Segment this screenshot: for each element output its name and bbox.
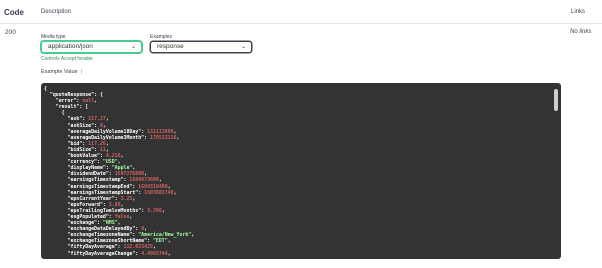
json-key: "displayName" [67, 165, 106, 172]
json-key: "earningsTimestamp" [67, 177, 124, 184]
examples-value: response [157, 43, 184, 50]
example-value-tab[interactable]: Example Value [41, 69, 82, 75]
json-value: 117.26 [88, 140, 106, 147]
json-key: "bookValue" [67, 153, 100, 160]
json-value: 170513116 [150, 134, 177, 141]
json-key: "fiftyDayAverageChange" [67, 250, 136, 257]
examples-select[interactable]: response ⌄ [150, 41, 252, 53]
json-key: "quoteResponse" [49, 92, 95, 99]
json-key: "bidSize" [67, 146, 95, 153]
json-key: "epsCurrentYear" [67, 195, 115, 202]
json-key: "exchangeTimezoneShortName" [67, 238, 148, 245]
no-links-text: No links [570, 29, 592, 35]
tab-divider [80, 69, 82, 75]
json-value: "EDT" [152, 238, 168, 245]
media-type-select[interactable]: application/json ⌄ [41, 41, 142, 53]
json-value: 1603882740 [144, 189, 174, 196]
json-key: "askSize" [67, 122, 95, 129]
json-value: false [114, 213, 130, 220]
json-value: "Apple" [111, 165, 133, 172]
media-type-value: application/json [48, 43, 93, 50]
json-key: "epsForward" [67, 201, 103, 208]
json-code: { "quoteResponse": { "error": null, "res… [41, 83, 561, 257]
json-value: "NMS" [102, 220, 118, 227]
json-value: 131113800 [147, 128, 174, 135]
json-value: 4.4965744 [141, 250, 168, 257]
json-value: "USD" [102, 159, 118, 166]
example-json-code-block[interactable]: { "quoteResponse": { "error": null, "res… [41, 83, 561, 259]
json-key: "earningsTimestampEnd" [67, 183, 133, 190]
media-type-hint: Controls Accept header. [41, 56, 95, 62]
json-key: "epsTrailingTwelveMonths" [67, 207, 142, 214]
json-key: "exchange" [67, 220, 98, 227]
json-key: "fiftyDayAverage" [67, 244, 118, 251]
description-column-header: Description [41, 9, 72, 15]
json-key: "currency" [67, 159, 98, 166]
json-value: 3.25 [120, 195, 133, 202]
json-value: 117.27 [88, 116, 106, 123]
example-value-label: Example Value [41, 69, 78, 75]
json-value: 3.86 [108, 201, 121, 208]
code-line: "fiftyDayAverageChange": 4.4965744, [67, 250, 171, 257]
response-status-code: 200 [5, 29, 16, 36]
json-value: 112.023425 [123, 244, 153, 251]
chevron-down-icon: ⌄ [130, 44, 136, 50]
examples-label: Examples [150, 34, 172, 40]
responses-header: Code Description Links [0, 0, 602, 24]
json-key: "averageDailyVolume3Month" [67, 134, 145, 141]
json-value: "America/New_York" [138, 232, 192, 239]
json-value: 3.296 [147, 207, 162, 214]
json-key: "dividendDate" [67, 171, 109, 178]
json-key: "error" [55, 98, 77, 105]
json-key: "esgPopulated" [67, 213, 109, 220]
code-scrollbar-thumb[interactable] [554, 89, 558, 111]
json-key: "earningsTimestampStart" [67, 189, 139, 196]
links-column-header: Links [571, 9, 586, 15]
json-key: "bid" [67, 140, 83, 147]
json-key: "exchangeDataDelayedBy" [67, 226, 136, 233]
json-value: 4.218 [105, 153, 121, 160]
media-type-label: Media type [41, 34, 66, 40]
json-value: 1597276800 [114, 171, 145, 178]
json-value: 1604318400 [138, 183, 168, 190]
code-column-header: Code [4, 8, 24, 17]
json-key: "result" [55, 104, 80, 111]
json-key: "exchangeTimezoneName" [67, 232, 133, 239]
json-value: null [82, 98, 95, 105]
json-key: "averageDailyVolume10Day" [67, 128, 142, 135]
chevron-down-icon: ⌄ [240, 44, 246, 50]
json-key: "ask" [67, 116, 83, 123]
json-value: 1604073600 [129, 177, 159, 184]
